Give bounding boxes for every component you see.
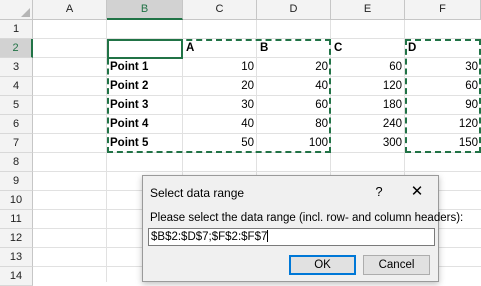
cell-e2[interactable]: C bbox=[331, 39, 405, 58]
cell-e5[interactable]: 180 bbox=[331, 96, 405, 115]
row-header-13[interactable]: 13 bbox=[0, 248, 33, 267]
close-icon[interactable]: ✕ bbox=[407, 182, 427, 202]
range-marquee-f2-f7 bbox=[405, 39, 481, 153]
cell-e3[interactable]: 60 bbox=[331, 58, 405, 77]
ok-button[interactable]: OK bbox=[289, 255, 356, 275]
row-header-1[interactable]: 1 bbox=[0, 20, 33, 39]
column-header-e[interactable]: E bbox=[331, 0, 405, 20]
data-range-input[interactable]: $B$2:$D$7;$F$2:$F$7 bbox=[148, 228, 435, 246]
row-header-9[interactable]: 9 bbox=[0, 172, 33, 191]
column-header-c[interactable]: C bbox=[183, 0, 257, 20]
column-header-a[interactable]: A bbox=[33, 0, 107, 20]
row-header-7[interactable]: 7 bbox=[0, 134, 33, 153]
row-header-2[interactable]: 2 bbox=[0, 39, 33, 58]
column-header-f[interactable]: F bbox=[405, 0, 481, 20]
cell-e6[interactable]: 240 bbox=[331, 115, 405, 134]
spreadsheet: A B C D E F 1 2 3 4 5 6 7 8 9 10 11 12 1… bbox=[0, 0, 481, 286]
help-icon[interactable]: ? bbox=[369, 182, 389, 202]
row-header-10[interactable]: 10 bbox=[0, 191, 33, 210]
gridline bbox=[33, 171, 481, 172]
select-data-range-dialog: Select data range ? ✕ Please select the … bbox=[142, 175, 463, 282]
text-caret bbox=[267, 230, 269, 242]
row-header-6[interactable]: 6 bbox=[0, 115, 33, 134]
select-all-corner[interactable] bbox=[0, 0, 33, 20]
cancel-button[interactable]: Cancel bbox=[363, 255, 430, 275]
column-header-d[interactable]: D bbox=[257, 0, 331, 20]
select-all-triangle-icon bbox=[21, 8, 30, 17]
row-header-3[interactable]: 3 bbox=[0, 58, 33, 77]
cell-e7[interactable]: 300 bbox=[331, 134, 405, 153]
row-header-8[interactable]: 8 bbox=[0, 153, 33, 172]
row-header-14[interactable]: 14 bbox=[0, 267, 33, 286]
column-header-b[interactable]: B bbox=[107, 0, 183, 20]
row-header-11[interactable]: 11 bbox=[0, 210, 33, 229]
row-header-5[interactable]: 5 bbox=[0, 96, 33, 115]
data-range-value: $B$2:$D$7;$F$2:$F$7 bbox=[151, 231, 268, 243]
row-header-4[interactable]: 4 bbox=[0, 77, 33, 96]
cell-e4[interactable]: 120 bbox=[331, 77, 405, 96]
dialog-prompt: Please select the data range (incl. row-… bbox=[150, 212, 464, 224]
dialog-title: Select data range bbox=[150, 186, 245, 200]
active-cell-b2[interactable] bbox=[107, 39, 183, 59]
row-header-12[interactable]: 12 bbox=[0, 229, 33, 248]
